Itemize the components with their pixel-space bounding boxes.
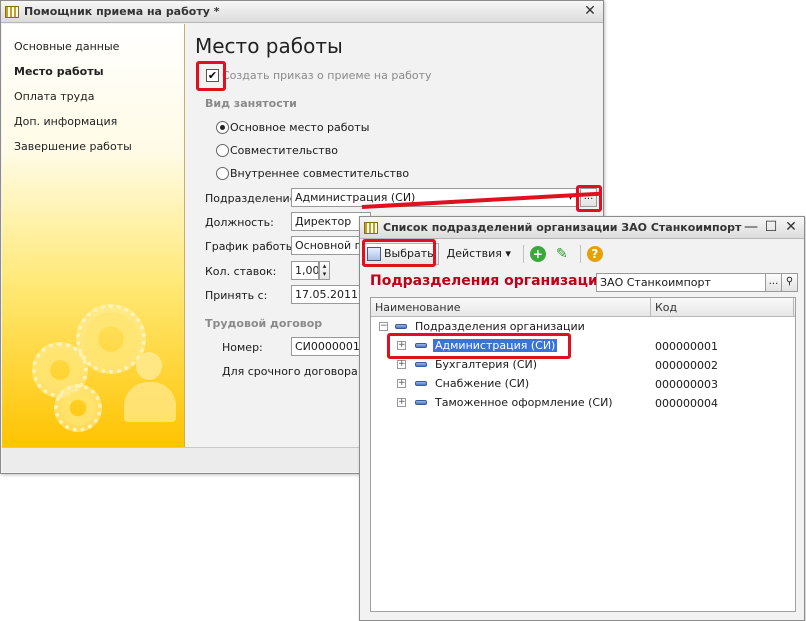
hire-date-field[interactable]: 17.05.2011 [291, 285, 361, 304]
row-code: 000000002 [655, 359, 718, 372]
department-icon [415, 362, 427, 367]
expand-icon[interactable]: + [397, 379, 406, 388]
app-icon [5, 5, 19, 18]
list-heading: Подразделения организации [370, 273, 608, 289]
row-code: 000000001 [655, 340, 718, 353]
row-name: Снабжение (СИ) [435, 377, 530, 390]
employment-group-title: Вид занятости [205, 97, 297, 110]
sidebar-item-finish[interactable]: Завершение работы [14, 140, 132, 153]
maximize-icon[interactable]: ☐ [762, 219, 780, 236]
tree-root-label: Подразделения организации [415, 320, 585, 333]
app-icon [364, 221, 378, 234]
actions-menu[interactable]: Действия ▾ [443, 243, 515, 265]
sidebar-item-basic-data[interactable]: Основные данные [14, 40, 119, 53]
window-title: Помощник приема на работу * [24, 5, 220, 18]
collapse-icon[interactable]: − [379, 322, 388, 331]
hire-date-label: Принять с: [205, 289, 268, 302]
expand-icon[interactable]: + [397, 398, 406, 407]
table-row[interactable]: + Бухгалтерия (СИ) 000000002 [371, 356, 795, 375]
rate-label: Кол. ставок: [205, 265, 277, 278]
contract-number-field[interactable]: СИ0000001 [291, 337, 361, 356]
department-icon [415, 400, 427, 405]
sidebar-item-payment[interactable]: Оплата труда [14, 90, 95, 103]
window-titlebar[interactable]: Список подразделений организации ЗАО Ста… [360, 217, 804, 239]
rate-stepper[interactable]: ▴ ▾ [319, 261, 330, 280]
sidebar: Основные данные Место работы Оплата труд… [2, 24, 185, 448]
organization-select-button[interactable]: ... [765, 273, 782, 292]
sidebar-item-extra-info[interactable]: Доп. информация [14, 115, 117, 128]
contract-group-title: Трудовой договор [205, 317, 323, 330]
close-icon[interactable]: ✕ [581, 3, 599, 20]
add-icon[interactable]: + [529, 245, 546, 262]
close-icon[interactable]: ✕ [782, 219, 800, 236]
highlight-select-button [576, 185, 602, 212]
position-label: Должность: [205, 216, 274, 229]
departments-table: Наименование Код − Подразделения организ… [370, 297, 796, 612]
row-name: Таможенное оформление (СИ) [435, 396, 613, 409]
window-titlebar[interactable]: Помощник приема на работу * ✕ [1, 1, 603, 23]
row-code: 000000003 [655, 378, 718, 391]
expand-icon[interactable]: + [397, 360, 406, 369]
window-title: Список подразделений организации ЗАО Ста… [383, 221, 742, 234]
department-label: Подразделение: [205, 192, 301, 205]
search-icon[interactable]: ⚲ [781, 273, 798, 292]
organization-field[interactable]: ЗАО Станкоимпорт [596, 273, 768, 292]
radio-internal-part-time[interactable] [216, 167, 229, 180]
radio-internal-part-time-label: Внутреннее совместительство [230, 167, 410, 180]
row-code: 000000004 [655, 397, 718, 410]
page-title: Место работы [195, 34, 343, 58]
radio-part-time-label: Совместительство [230, 144, 338, 157]
toolbar-separator [522, 244, 524, 263]
radio-part-time[interactable] [216, 144, 229, 157]
schedule-label: График работы: [205, 240, 299, 253]
table-row[interactable]: + Таможенное оформление (СИ) 000000004 [371, 394, 795, 413]
contract-number-label: Номер: [222, 341, 263, 354]
column-divider [650, 298, 651, 317]
column-code-header[interactable]: Код [655, 301, 677, 314]
gear-icon [54, 384, 102, 432]
department-icon [415, 381, 427, 386]
create-order-label: Создать приказ о приеме на работу [222, 69, 432, 82]
person-icon [124, 352, 176, 422]
radio-main-workplace[interactable] [216, 121, 229, 134]
fixed-term-text: Для срочного договора дат [222, 365, 382, 378]
radio-main-workplace-label: Основное место работы [230, 121, 370, 134]
group-icon [395, 324, 407, 329]
toolbar-separator [579, 244, 581, 263]
departments-list-window: Список подразделений организации ЗАО Ста… [359, 216, 805, 621]
highlight-select-button [362, 239, 436, 267]
minimize-icon[interactable]: — [742, 219, 760, 236]
row-name: Бухгалтерия (СИ) [435, 358, 538, 371]
column-name-header[interactable]: Наименование [375, 301, 460, 314]
rate-field[interactable]: 1,00 [291, 261, 319, 280]
table-row[interactable]: + Снабжение (СИ) 000000003 [371, 375, 795, 394]
highlight-checkbox [196, 61, 226, 91]
sidebar-item-workplace[interactable]: Место работы [14, 65, 104, 78]
table-header: Наименование Код [371, 298, 795, 317]
help-icon[interactable]: ? [586, 245, 603, 262]
edit-pencil-icon[interactable]: ✎ [554, 246, 570, 262]
column-divider [793, 298, 794, 317]
